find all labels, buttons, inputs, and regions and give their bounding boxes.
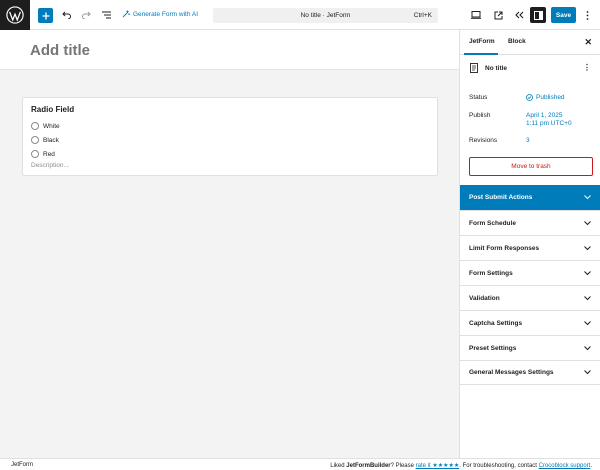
- radio-field-block[interactable]: Radio Field White Black Red Description.…: [22, 97, 438, 176]
- desktop-view-icon: [471, 11, 481, 19]
- sidebar-tabs: JetForm Block ✕: [460, 30, 600, 55]
- panel-general-messages-settings[interactable]: General Messages Settings: [460, 360, 600, 385]
- move-to-trash-button[interactable]: Move to trash: [469, 157, 593, 176]
- magic-wand-icon: [122, 10, 130, 18]
- view-post-button[interactable]: [492, 8, 504, 22]
- shortcut-hint: Ctrl+K: [413, 12, 432, 19]
- footer-brand: JetFormBuilder: [346, 463, 391, 469]
- radio-option[interactable]: Black: [31, 136, 59, 144]
- footer-end: .: [590, 463, 592, 469]
- chevrons-left-icon: [514, 11, 523, 19]
- panel-preset-settings[interactable]: Preset Settings: [460, 335, 600, 360]
- list-view-icon: [101, 11, 111, 19]
- radio-option-label: White: [43, 122, 60, 130]
- undo-button[interactable]: [61, 8, 71, 22]
- panel-form-schedule[interactable]: Form Schedule: [460, 210, 600, 235]
- panel-post-submit-actions[interactable]: Post Submit Actions: [460, 185, 600, 210]
- document-name: No title: [485, 65, 508, 72]
- redo-button[interactable]: [81, 8, 91, 22]
- panel-title: Form Settings: [469, 269, 513, 277]
- title-area: Add title: [0, 30, 459, 70]
- panel-title: Post Submit Actions: [469, 194, 533, 201]
- footer-notice: Liked JetFormBuilder? Please rate it ★★★…: [330, 462, 592, 469]
- panel-title: Form Schedule: [469, 219, 516, 227]
- radio-option[interactable]: White: [31, 122, 60, 130]
- published-check-icon: [526, 94, 533, 101]
- radio-button[interactable]: [31, 150, 39, 158]
- panel-form-settings[interactable]: Form Settings: [460, 260, 600, 285]
- radio-option-label: Red: [43, 150, 55, 158]
- editor-footer: JetForm Liked JetFormBuilder? Please rat…: [0, 458, 600, 470]
- status-text: Published: [536, 94, 565, 101]
- generate-form-ai-label: Generate Form with AI: [133, 10, 199, 18]
- radio-option[interactable]: Red: [31, 150, 55, 158]
- chevron-down-icon: [584, 345, 591, 350]
- panel-limit-form-responses[interactable]: Limit Form Responses: [460, 235, 600, 260]
- tab-block[interactable]: Block: [508, 38, 526, 45]
- tab-jetform[interactable]: JetForm: [469, 38, 495, 45]
- panel-title: Preset Settings: [469, 344, 517, 352]
- wordpress-logo-icon[interactable]: [0, 0, 30, 30]
- revisions-label: Revisions: [469, 137, 498, 144]
- add-block-button[interactable]: [38, 8, 53, 23]
- panel-title: Captcha Settings: [469, 319, 523, 327]
- undo-icon: [61, 11, 71, 19]
- editor-canvas: Add title Radio Field White Black Red De…: [0, 30, 459, 458]
- document-title: No title · JetForm: [300, 12, 351, 19]
- command-palette-bar[interactable]: No title · JetForm Ctrl+K: [213, 8, 438, 23]
- document-summary: No title ⋮: [460, 55, 600, 82]
- chevron-down-icon: [584, 220, 591, 225]
- crocoblock-support-link[interactable]: Crocoblock support: [539, 463, 591, 469]
- panel-validation[interactable]: Validation: [460, 285, 600, 310]
- chevron-down-icon: [584, 245, 591, 250]
- radio-option-label: Black: [43, 136, 59, 144]
- status-value[interactable]: Published: [526, 94, 565, 101]
- external-link-icon: [494, 11, 502, 19]
- plus-icon: [42, 12, 49, 19]
- options-button[interactable]: [583, 8, 591, 22]
- close-icon[interactable]: ✕: [584, 37, 592, 48]
- publish-label: Publish: [469, 112, 491, 119]
- panel-captcha-settings[interactable]: Captcha Settings: [460, 310, 600, 335]
- editor-toolbar: Generate Form with AI No title · JetForm…: [0, 0, 600, 30]
- status-label: Status: [469, 94, 488, 101]
- preview-button[interactable]: [470, 8, 482, 22]
- chevron-down-icon: [584, 270, 591, 275]
- chevron-down-icon: [584, 320, 591, 325]
- sidebar-icon: [533, 10, 543, 20]
- footer-breadcrumb[interactable]: JetForm: [11, 462, 33, 468]
- post-title-input[interactable]: Add title: [30, 42, 90, 59]
- publish-date[interactable]: April 1, 2025: [526, 112, 563, 119]
- panel-title: Limit Form Responses: [469, 244, 540, 252]
- save-button[interactable]: Save: [551, 7, 576, 23]
- radio-button[interactable]: [31, 136, 39, 144]
- collapse-button[interactable]: [513, 8, 525, 22]
- settings-sidebar: JetForm Block ✕ No title ⋮ Status Publis…: [459, 30, 600, 458]
- redo-icon: [81, 11, 91, 19]
- radio-field-label: Radio Field: [31, 105, 75, 114]
- revisions-count[interactable]: 3: [526, 137, 530, 144]
- generate-form-ai-button[interactable]: Generate Form with AI: [122, 10, 198, 18]
- radio-button[interactable]: [31, 122, 39, 130]
- list-view-button[interactable]: [101, 8, 111, 22]
- publish-time[interactable]: 1:11 pm UTC+0: [526, 120, 572, 127]
- document-icon: [470, 63, 478, 73]
- chevron-down-icon: [584, 195, 591, 200]
- more-vertical-icon[interactable]: ⋮: [583, 63, 591, 72]
- panel-title: General Messages Settings: [469, 369, 554, 376]
- settings-sidebar-toggle[interactable]: [530, 7, 546, 23]
- panel-title: Validation: [469, 294, 500, 302]
- footer-support-text: . For troubleshooting, contact: [459, 463, 539, 469]
- rate-it-link[interactable]: rate it ★★★★★: [416, 463, 460, 469]
- footer-please-text: ? Please: [390, 463, 416, 469]
- more-vertical-icon: [586, 10, 588, 20]
- footer-liked-text: Liked: [330, 463, 347, 469]
- field-description[interactable]: Description...: [31, 162, 69, 169]
- chevron-down-icon: [584, 370, 591, 375]
- chevron-down-icon: [584, 295, 591, 300]
